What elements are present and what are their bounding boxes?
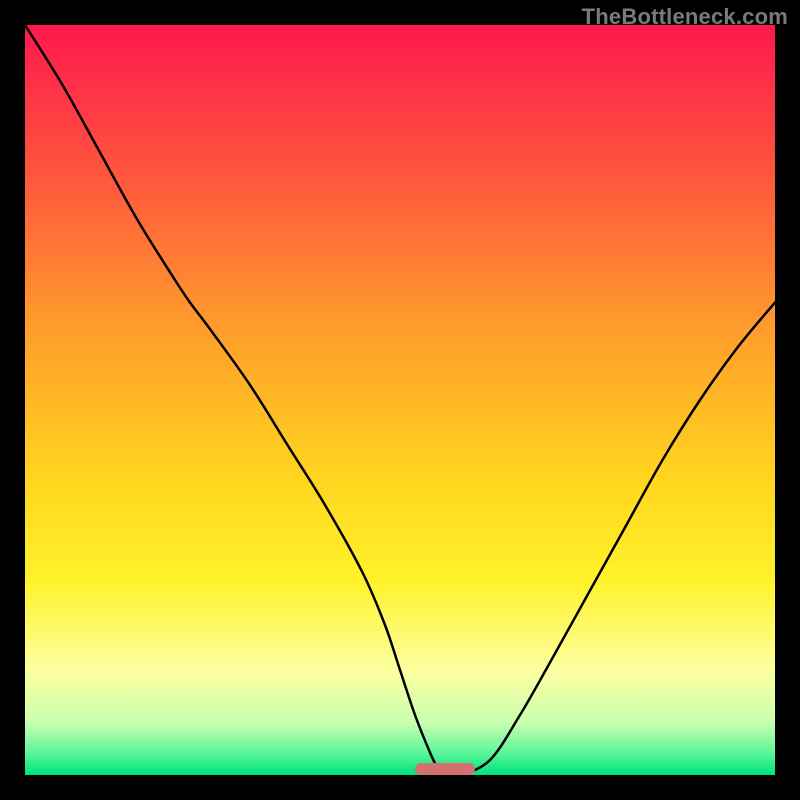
chart-frame: TheBottleneck.com (0, 0, 800, 800)
chart-svg (25, 25, 775, 775)
gradient-background (25, 25, 775, 775)
minimum-marker (415, 763, 475, 775)
chart-plot-area (25, 25, 775, 775)
